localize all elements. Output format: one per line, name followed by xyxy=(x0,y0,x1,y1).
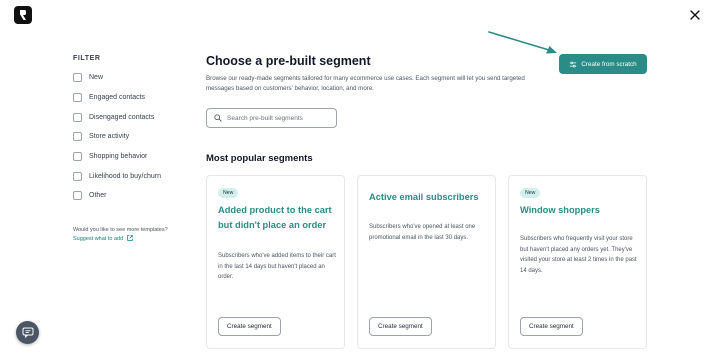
search-input[interactable] xyxy=(227,114,327,122)
filter-item-disengaged-contacts[interactable]: Disengaged contacts xyxy=(73,107,193,127)
filter-item-engaged-contacts[interactable]: Engaged contacts xyxy=(73,88,193,108)
filter-item-label: Store activity xyxy=(89,133,130,141)
filter-list: New Engaged contacts Disengaged contacts… xyxy=(73,68,193,206)
suggest-link-label: Suggest what to add xyxy=(73,236,124,243)
page-description: Browse our ready-made segments tailored … xyxy=(206,75,525,92)
filter-item-label: Engaged contacts xyxy=(89,94,146,102)
new-badge: New xyxy=(218,188,239,198)
checkbox[interactable] xyxy=(73,191,82,201)
create-from-scratch-button[interactable]: Create from scratch xyxy=(559,54,647,74)
search-box[interactable] xyxy=(206,108,337,128)
filter-item-shopping-behavior[interactable]: Shopping behavior xyxy=(73,147,193,167)
brand-logo-icon[interactable] xyxy=(14,6,32,24)
card-title[interactable]: Window shoppers xyxy=(520,203,642,218)
filter-item-likelihood[interactable]: Likelihood to buy/churn xyxy=(73,166,193,186)
filter-item-label: Likelihood to buy/churn xyxy=(89,172,161,180)
card-description: Subscribers who frequently visit your st… xyxy=(520,236,637,274)
card-description: Subscribers who've opened at least one p… xyxy=(369,224,476,241)
filter-panel: FILTER New Engaged contacts Disengaged c… xyxy=(73,55,193,206)
create-from-scratch-label: Create from scratch xyxy=(581,60,637,68)
checkbox[interactable] xyxy=(73,152,82,162)
more-templates-question: Would you like to see more templates? xyxy=(73,227,168,233)
segment-card[interactable]: Active email subscribers Subscribers who… xyxy=(357,175,496,349)
checkbox[interactable] xyxy=(73,171,82,181)
arrow-annotation xyxy=(488,31,557,54)
search-icon xyxy=(214,114,222,122)
create-segment-button[interactable]: Create segment xyxy=(369,317,432,336)
filter-item-store-activity[interactable]: Store activity xyxy=(73,127,193,147)
filter-item-label: Other xyxy=(89,192,107,200)
segment-card[interactable]: New Window shoppers Subscribers who freq… xyxy=(508,175,647,349)
external-link-icon xyxy=(126,235,133,241)
create-segment-button[interactable]: Create segment xyxy=(218,317,281,336)
filter-item-label: New xyxy=(89,74,104,82)
segment-card[interactable]: New Added product to the cart but didn't… xyxy=(206,175,345,349)
filter-item-new[interactable]: New xyxy=(73,68,193,88)
card-title[interactable]: Added product to the cart but didn't pla… xyxy=(218,203,340,233)
sliders-icon xyxy=(570,61,577,67)
filter-item-other[interactable]: Other xyxy=(73,186,193,206)
card-title[interactable]: Active email subscribers xyxy=(369,190,491,205)
suggest-link[interactable]: Suggest what to add xyxy=(73,235,133,243)
filter-item-label: Disengaged contacts xyxy=(89,113,155,121)
create-segment-button[interactable]: Create segment xyxy=(520,317,583,336)
filter-item-label: Shopping behavior xyxy=(89,153,148,161)
more-templates: Would you like to see more templates? Su… xyxy=(73,227,188,244)
checkbox[interactable] xyxy=(73,93,82,103)
checkbox[interactable] xyxy=(73,112,82,122)
checkbox[interactable] xyxy=(73,132,82,142)
chat-icon[interactable] xyxy=(16,321,39,344)
page-title: Choose a pre-built segment xyxy=(206,54,371,68)
section-title: Most popular segments xyxy=(206,153,313,164)
checkbox[interactable] xyxy=(73,73,82,83)
close-icon[interactable] xyxy=(686,6,704,24)
new-badge: New xyxy=(520,188,541,198)
card-description: Subscribers who've added items to their … xyxy=(218,253,336,280)
filter-title: FILTER xyxy=(73,55,101,62)
